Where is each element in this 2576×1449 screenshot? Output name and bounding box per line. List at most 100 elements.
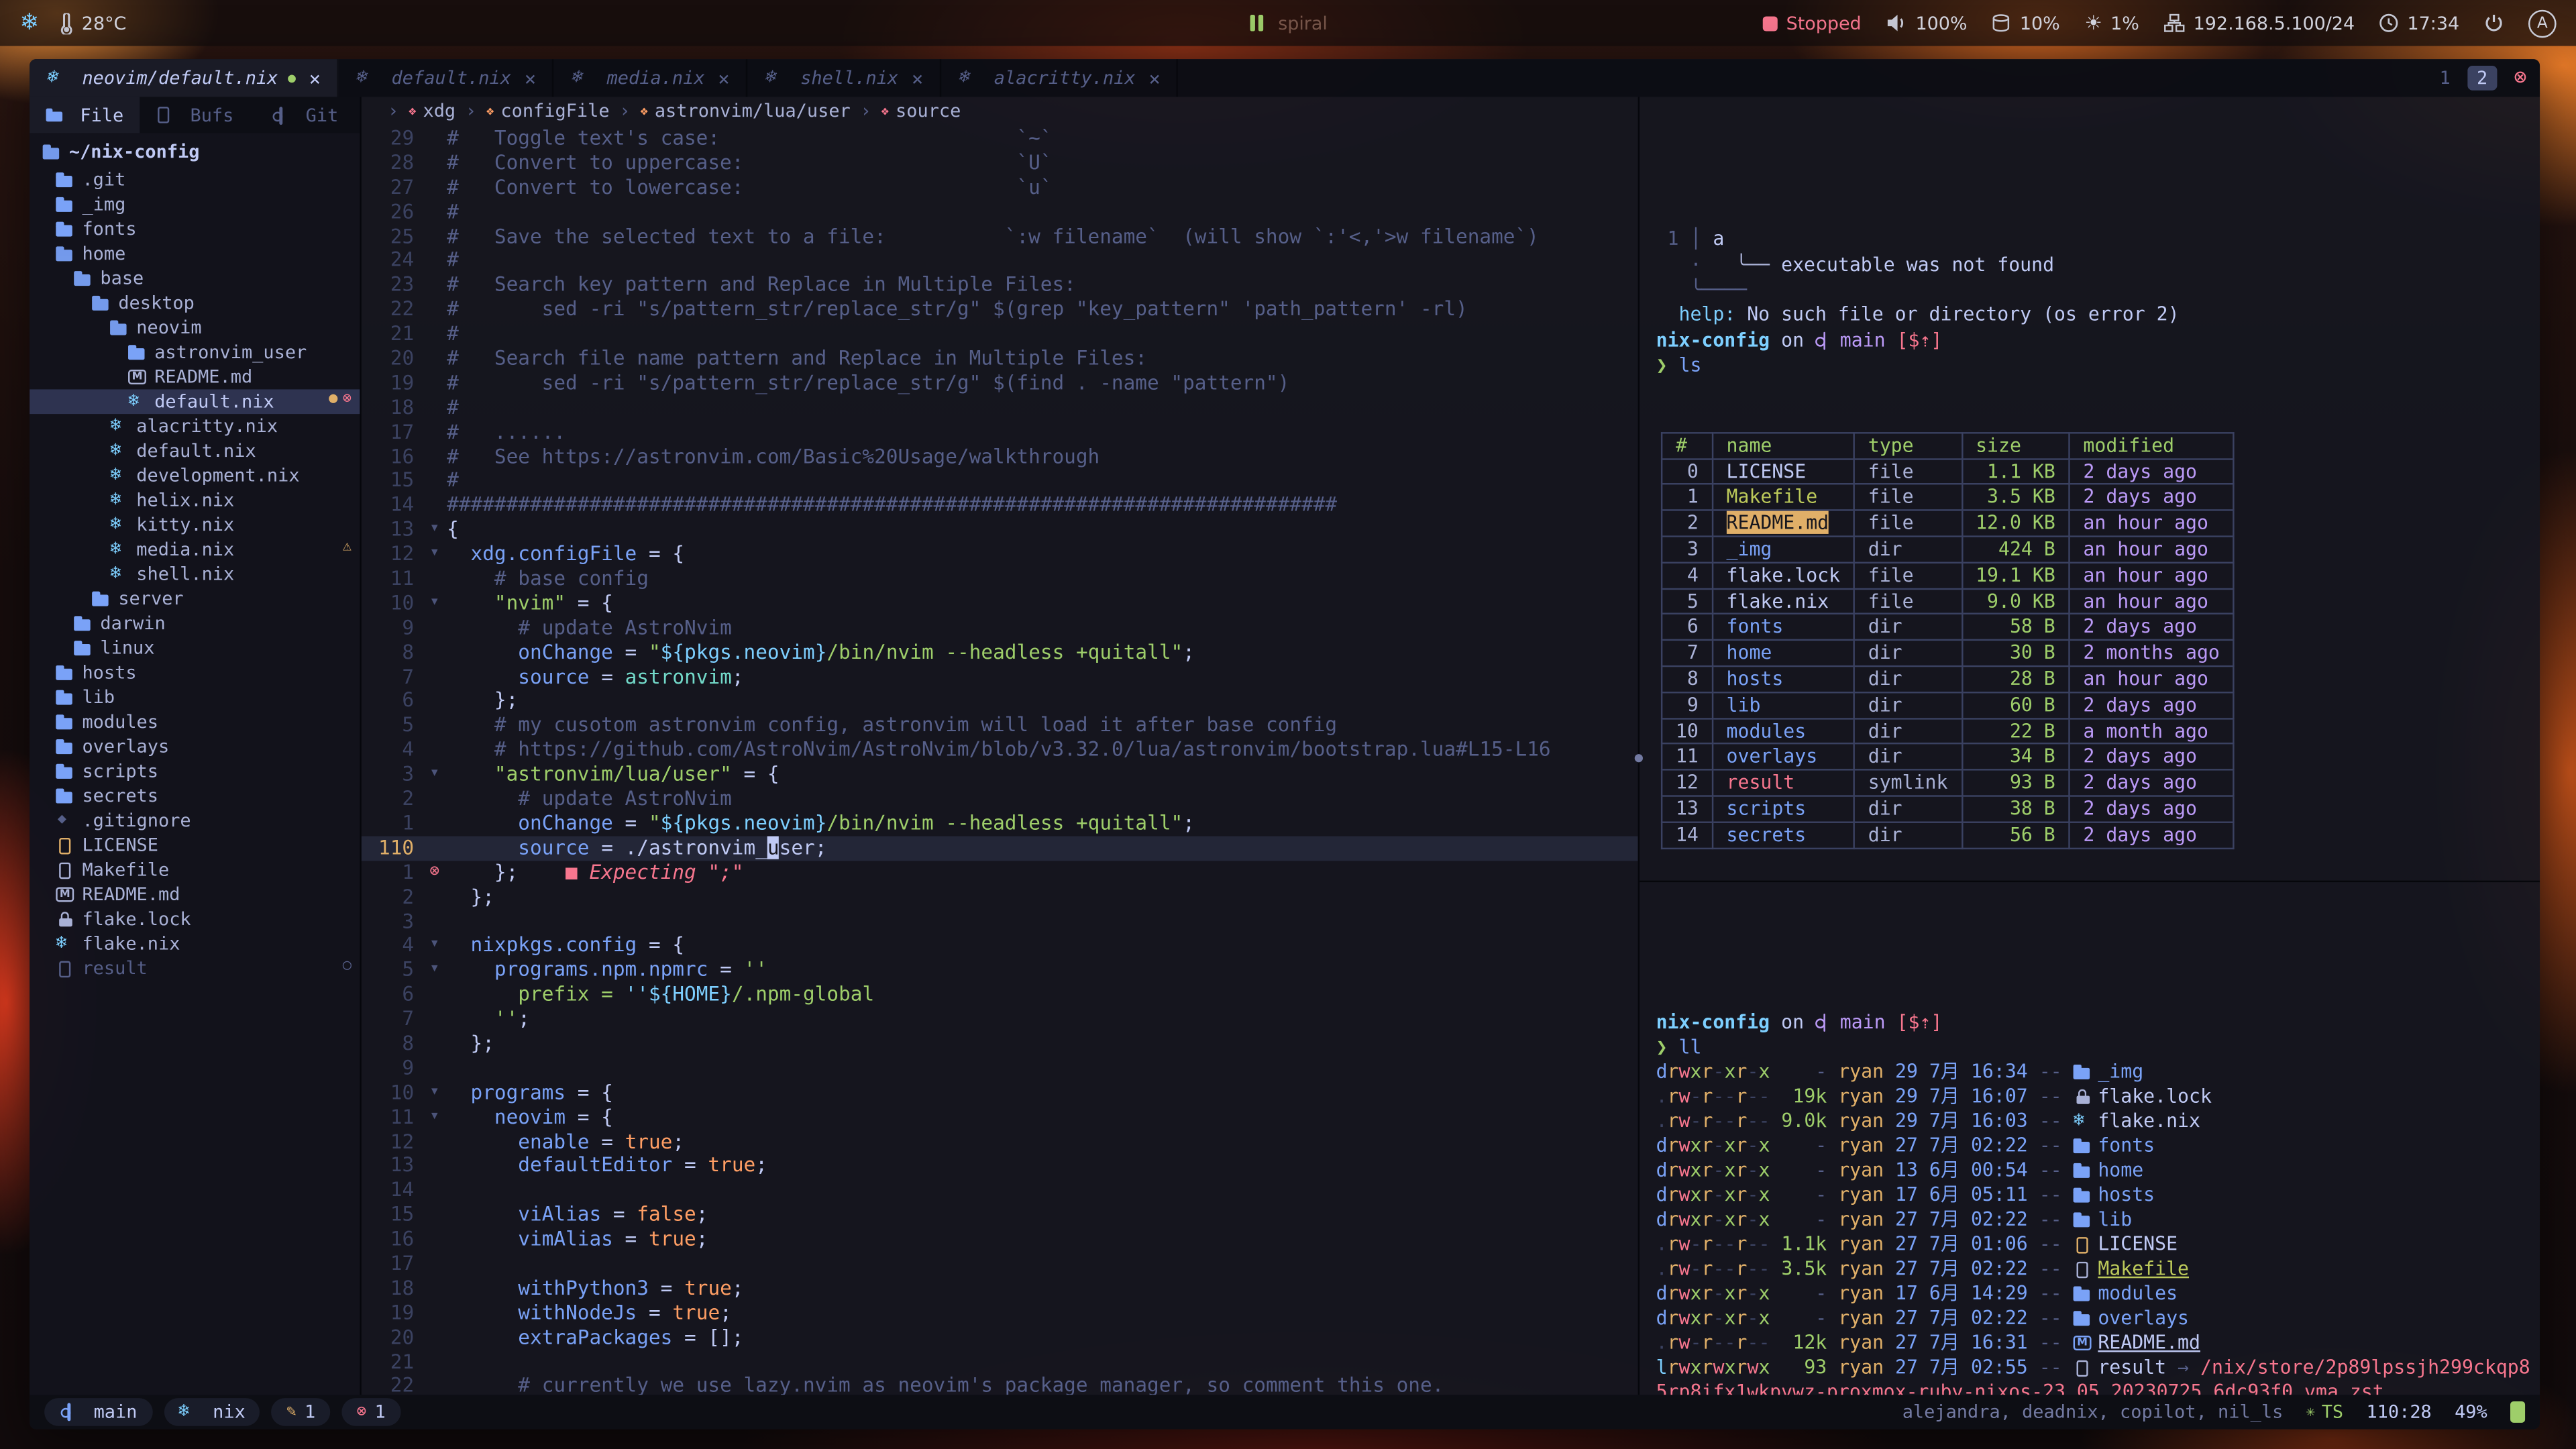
tree-item[interactable]: hosts bbox=[30, 660, 360, 685]
code-line[interactable]: 27 # Convert to lowercase: `u` bbox=[362, 176, 1638, 200]
gutter-sign[interactable] bbox=[422, 567, 447, 591]
code-line[interactable]: 6 }; bbox=[362, 689, 1638, 713]
gutter-sign[interactable] bbox=[422, 1032, 447, 1056]
tree-item[interactable]: _img bbox=[30, 193, 360, 217]
diagnostics-chip[interactable]: ⊗ 1 bbox=[341, 1398, 400, 1426]
gutter-sign[interactable] bbox=[422, 1374, 447, 1395]
gutter-sign[interactable] bbox=[422, 298, 447, 322]
tab-page-1[interactable]: 1 bbox=[2430, 66, 2461, 91]
code-line[interactable]: 17 # ...... bbox=[362, 420, 1638, 444]
breadcrumb-item[interactable]: configFile bbox=[455, 100, 609, 121]
gutter-sign[interactable]: ▾ bbox=[422, 934, 447, 958]
buffer-tab[interactable]: alacritty.nix ● × bbox=[941, 59, 1178, 97]
code-line[interactable]: 1 onChange = "${pkgs.neovim}/bin/nvim --… bbox=[362, 812, 1638, 836]
gutter-sign[interactable] bbox=[422, 836, 447, 860]
gutter-sign[interactable]: ▾ bbox=[422, 543, 447, 567]
code-line[interactable]: 12 enable = true; bbox=[362, 1130, 1638, 1154]
code-area[interactable]: 29 # Toggle text's case: `~` 28 # Conver… bbox=[362, 125, 1638, 1395]
close-tab-icon[interactable]: × bbox=[912, 66, 924, 89]
code-line[interactable]: 1 ⊗ }; ■ Expecting ";" bbox=[362, 861, 1638, 885]
close-tab-icon[interactable]: × bbox=[309, 66, 321, 89]
gutter-sign[interactable] bbox=[422, 1007, 447, 1031]
code-line[interactable]: 26 # bbox=[362, 200, 1638, 224]
brightness-widget[interactable]: ☀ 1% bbox=[2084, 12, 2139, 34]
tree-item[interactable]: neovim bbox=[30, 315, 360, 340]
gutter-sign[interactable] bbox=[422, 176, 447, 200]
gutter-sign[interactable] bbox=[422, 371, 447, 395]
gutter-sign[interactable]: ▾ bbox=[422, 763, 447, 787]
gutter-sign[interactable] bbox=[422, 249, 447, 273]
tree-item[interactable]: desktop bbox=[30, 290, 360, 315]
code-line[interactable]: 28 # Convert to uppercase: `U` bbox=[362, 151, 1638, 175]
split-handle-dot[interactable] bbox=[1635, 754, 1643, 762]
code-line[interactable]: 4 ▾ nixpkgs.config = { bbox=[362, 934, 1638, 958]
code-line[interactable]: 7 ''; bbox=[362, 1007, 1638, 1031]
tree-item[interactable]: helix.nix bbox=[30, 488, 360, 513]
gutter-sign[interactable] bbox=[422, 1056, 447, 1080]
close-tab-icon[interactable]: × bbox=[525, 66, 537, 89]
code-line[interactable]: 21 bbox=[362, 1350, 1638, 1374]
network-widget[interactable]: 192.168.5.100/24 bbox=[2164, 12, 2355, 34]
gutter-sign[interactable] bbox=[422, 322, 447, 346]
gutter-sign[interactable] bbox=[422, 151, 447, 175]
tree-item[interactable]: .git bbox=[30, 168, 360, 193]
code-line[interactable]: 16 vimAlias = true; bbox=[362, 1228, 1638, 1252]
tree-item[interactable]: Makefile bbox=[30, 857, 360, 882]
breadcrumb-item[interactable]: source bbox=[851, 100, 961, 121]
code-line[interactable]: 5 ▾ programs.npm.npmrc = '' bbox=[362, 958, 1638, 982]
code-line[interactable]: 22 # sed -ri "s/pattern_str/replace_str/… bbox=[362, 298, 1638, 322]
code-line[interactable]: 18 withPython3 = true; bbox=[362, 1277, 1638, 1301]
gutter-sign[interactable] bbox=[422, 420, 447, 444]
explorer-source-tab[interactable]: Git bbox=[250, 97, 360, 133]
tree-root[interactable]: ~/nix-config bbox=[30, 133, 360, 167]
recording-status[interactable]: Stopped bbox=[1763, 12, 1861, 34]
code-line[interactable]: 18 # bbox=[362, 396, 1638, 420]
tree-item[interactable]: lib bbox=[30, 685, 360, 710]
gutter-sign[interactable]: ▾ bbox=[422, 958, 447, 982]
volume-widget[interactable]: 100% bbox=[1886, 12, 1967, 34]
tree-item[interactable]: README.md bbox=[30, 365, 360, 390]
explorer-source-tab[interactable]: Bufs bbox=[140, 97, 250, 133]
code-line[interactable]: 11 # base config bbox=[362, 567, 1638, 591]
tree-item[interactable]: LICENSE bbox=[30, 833, 360, 858]
gutter-sign[interactable] bbox=[422, 787, 447, 811]
close-tab-icon[interactable]: × bbox=[1148, 66, 1161, 89]
code-line[interactable]: 17 bbox=[362, 1252, 1638, 1276]
tree-item[interactable]: alacritty.nix bbox=[30, 414, 360, 439]
code-line[interactable]: 3 ▾ "astronvim/lua/user" = { bbox=[362, 763, 1638, 787]
tree-item[interactable]: home bbox=[30, 241, 360, 266]
gutter-sign[interactable] bbox=[422, 445, 447, 469]
gutter-sign[interactable]: ▾ bbox=[422, 1081, 447, 1105]
code-line[interactable]: 10 ▾ "nvim" = { bbox=[362, 591, 1638, 615]
explorer-source-tab[interactable]: File bbox=[30, 97, 140, 133]
code-line[interactable]: 19 withNodeJs = true; bbox=[362, 1301, 1638, 1325]
code-line[interactable]: 29 # Toggle text's case: `~` bbox=[362, 127, 1638, 151]
tree-item[interactable]: shell.nix bbox=[30, 562, 360, 587]
code-line[interactable]: 16 # See https://astronvim.com/Basic%20U… bbox=[362, 445, 1638, 469]
gutter-sign[interactable] bbox=[422, 396, 447, 420]
distro-logo-icon[interactable]: ❄ bbox=[19, 10, 39, 36]
terminal-pane-bottom[interactable]: nix-config on main [$⇡]❯ lldrwxr-xr-x - … bbox=[1640, 882, 2540, 1395]
power-button[interactable] bbox=[2484, 13, 2504, 33]
tree-item[interactable]: flake.nix bbox=[30, 932, 360, 957]
code-line[interactable]: 9 # update AstroNvim bbox=[362, 616, 1638, 640]
gutter-sign[interactable] bbox=[422, 1154, 447, 1178]
code-line[interactable]: 8 }; bbox=[362, 1032, 1638, 1056]
code-line[interactable]: 14 #####################################… bbox=[362, 494, 1638, 518]
tree-item[interactable]: fonts bbox=[30, 217, 360, 241]
tree-item[interactable]: kitty.nix bbox=[30, 513, 360, 537]
code-line[interactable]: 20 # Search file name pattern and Replac… bbox=[362, 347, 1638, 371]
code-line[interactable]: 9 bbox=[362, 1056, 1638, 1080]
gutter-sign[interactable] bbox=[422, 885, 447, 909]
tree-item[interactable]: linux bbox=[30, 636, 360, 661]
tree-item[interactable]: astronvim_user bbox=[30, 340, 360, 365]
gutter-sign[interactable] bbox=[422, 1277, 447, 1301]
gutter-sign[interactable] bbox=[422, 738, 447, 762]
tree-item[interactable]: default.nix bbox=[30, 439, 360, 464]
gutter-sign[interactable] bbox=[422, 714, 447, 738]
breadcrumb-item[interactable]: astronvim/lua/user bbox=[610, 100, 851, 121]
gutter-sign[interactable] bbox=[422, 640, 447, 664]
code-line[interactable]: 20 extraPackages = []; bbox=[362, 1325, 1638, 1349]
close-tab-icon[interactable]: × bbox=[718, 66, 730, 89]
gutter-sign[interactable] bbox=[422, 910, 447, 934]
